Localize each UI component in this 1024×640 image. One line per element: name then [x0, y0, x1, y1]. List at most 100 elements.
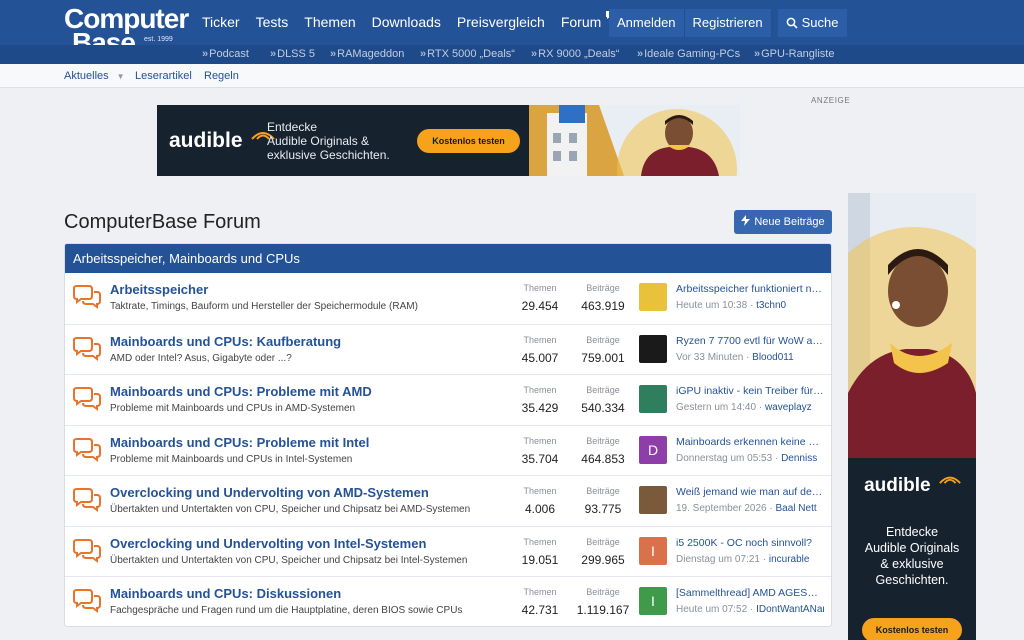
topic-label: Podcast	[209, 48, 249, 60]
forum-description: Probleme mit Mainboards und CPUs in Inte…	[110, 453, 353, 465]
search-icon	[786, 17, 798, 29]
ad-cta-button[interactable]: Kostenlos testen	[417, 129, 520, 153]
meta-separator: ·	[743, 351, 753, 363]
topic-label: RTX 5000 „Deals“	[427, 48, 515, 60]
latest-user-link[interactable]: t3chn0	[756, 300, 786, 311]
avatar[interactable]: I	[639, 587, 667, 615]
forum-name-link[interactable]: Mainboards und CPUs: Probleme mit AMD	[110, 384, 372, 400]
latest-meta: 19. September 2026 · Baal Nett	[676, 502, 824, 515]
forum-name-link[interactable]: Mainboards und CPUs: Probleme mit Intel	[110, 435, 369, 451]
topic-link-gpu-rangliste[interactable]: »GPU-Rangliste	[754, 47, 834, 62]
posts-count: 759.001	[581, 350, 625, 365]
forum-name-link[interactable]: Overclocking und Undervolting von Intel-…	[110, 536, 426, 552]
logo-est: est. 1999	[144, 36, 173, 43]
latest-user-link[interactable]: Denniss	[781, 453, 817, 464]
forum-row[interactable]: Mainboards und CPUs: Probleme mit Intel P…	[65, 424, 831, 476]
topic-link-ramageddon[interactable]: »RAMageddon	[330, 47, 404, 62]
nav-preisvergleich[interactable]: Preisvergleich	[457, 12, 545, 32]
latest-time: Donnerstag um 05:53	[676, 452, 773, 464]
avatar[interactable]	[639, 486, 667, 514]
latest-user-link[interactable]: waveplayz	[765, 402, 812, 413]
secnav-rules[interactable]: Regeln	[204, 69, 239, 83]
topic-link-dlss5[interactable]: »DLSS 5	[270, 47, 315, 62]
posts-label: Beiträge	[586, 486, 620, 496]
posts-stat: Beiträge 1.119.167	[568, 586, 638, 618]
meta-separator: ·	[747, 604, 757, 615]
avatar[interactable]: D	[639, 435, 667, 464]
forum-row[interactable]: Mainboards und CPUs: Kaufberatung AMD ode…	[65, 323, 831, 375]
threads-label: Themen	[523, 435, 557, 446]
latest-time: 19. September 2026	[676, 503, 767, 514]
latest-thread-link[interactable]: Mainboards erkennen keine CPU mehr	[676, 436, 824, 449]
secnav-readers[interactable]: Leserartikel	[135, 69, 192, 83]
forum-row[interactable]: Mainboards und CPUs: Probleme mit AMD Pro…	[65, 374, 831, 425]
latest-thread-link[interactable]: [Sammelthread] AMD AGESA BIOS Updates	[676, 587, 824, 600]
avatar[interactable]	[639, 385, 667, 413]
forum-description: Fachgespräche und Fragen rund um die Hau…	[110, 605, 463, 616]
latest-thread-link[interactable]: iGPU inaktiv - kein Treiber für Radeon	[676, 385, 824, 398]
posts-stat: Beiträge 759.001	[568, 334, 638, 366]
posts-stat: Beiträge 540.334	[568, 384, 638, 416]
register-button[interactable]: Registrieren	[684, 9, 772, 37]
forum-name-link[interactable]: Mainboards und CPUs: Diskussionen	[110, 586, 341, 602]
latest-meta: Vor 33 Minuten · Blood011	[676, 351, 824, 364]
forum-row[interactable]: Arbeitsspeicher Taktrate, Timings, Baufor…	[65, 273, 831, 324]
forum-category-block: Arbeitsspeicher, Mainboards und CPUs Arb…	[64, 243, 832, 627]
topic-label: RAMageddon	[337, 48, 405, 60]
new-posts-button[interactable]: Neue Beiträge	[734, 210, 832, 234]
topic-link-gaming-pcs[interactable]: »Ideale Gaming-PCs	[637, 47, 740, 62]
forum-name-link[interactable]: Overclocking und Undervolting von AMD-Sy…	[110, 485, 429, 501]
forum-row[interactable]: Mainboards und CPUs: Diskussionen Fachges…	[65, 576, 831, 626]
audible-wave-icon	[939, 476, 961, 484]
avatar[interactable]: I	[639, 536, 667, 565]
forum-bubbles-icon	[73, 589, 101, 613]
latest-thread-link[interactable]: Weiß jemand wie man auf den Ryzen	[676, 486, 824, 499]
nav-downloads[interactable]: Downloads	[372, 12, 441, 32]
forum-name-link[interactable]: Mainboards und CPUs: Kaufberatung	[110, 334, 341, 350]
avatar[interactable]	[639, 283, 667, 311]
forum-name-link[interactable]: Arbeitsspeicher	[110, 282, 208, 298]
topic-link-rtx5000[interactable]: »RTX 5000 „Deals“	[420, 47, 515, 62]
nav-tests[interactable]: Tests	[256, 12, 289, 32]
topic-label: DLSS 5	[277, 48, 316, 60]
latest-time: Dienstag um 07:21	[676, 553, 760, 565]
ad-brand-text: audible	[864, 475, 931, 496]
avatar[interactable]	[639, 334, 667, 363]
forum-bubbles-icon	[73, 387, 101, 411]
threads-stat: Themen 35.429	[505, 384, 575, 416]
latest-user-link[interactable]: incurable	[769, 554, 810, 565]
ad-copy-line: Geschichten.	[875, 573, 949, 587]
posts-label: Beiträge	[586, 334, 620, 345]
threads-label: Themen	[523, 486, 557, 496]
nav-forum-label: Forum	[560, 14, 602, 30]
latest-meta: Gestern um 14:40 · waveplayz	[676, 401, 824, 414]
latest-user-link[interactable]: Baal Nett	[776, 503, 817, 514]
ad-photo	[529, 105, 740, 176]
forum-bubbles-icon	[73, 437, 101, 462]
nav-themen[interactable]: Themen	[304, 12, 355, 32]
latest-user-link[interactable]: Blood011	[752, 352, 794, 363]
login-button[interactable]: Anmelden	[609, 9, 685, 37]
search-button[interactable]: Suche	[777, 9, 847, 37]
latest-user-link[interactable]: IDontWantAName	[756, 604, 824, 615]
latest-thread-link[interactable]: Ryzen 7 7700 evtl für WoW ausreichend?	[676, 335, 824, 348]
latest-meta: Heute um 10:38 · t3chn0	[676, 299, 824, 312]
threads-label: Themen	[523, 334, 557, 345]
topic-link-podcast[interactable]: »Podcast	[202, 47, 249, 62]
secnav-current[interactable]: Aktuelles ▼	[64, 69, 125, 84]
forum-row[interactable]: Overclocking und Undervolting von Intel-…	[65, 525, 831, 577]
posts-count: 540.334	[581, 401, 625, 415]
latest-thread-link[interactable]: i5 2500K - OC noch sinnvoll?	[676, 537, 824, 550]
nav-ticker[interactable]: Ticker	[202, 12, 240, 32]
category-header[interactable]: Arbeitsspeicher, Mainboards und CPUs	[65, 244, 831, 273]
sidebar-ad[interactable]: audible Entdecke Audible Originals & exk…	[848, 193, 976, 640]
latest-thread-link[interactable]: Arbeitsspeicher funktioniert nicht	[676, 283, 824, 296]
forum-bubbles-icon	[73, 538, 101, 563]
search-label: Suche	[801, 15, 839, 30]
topic-link-rx9000[interactable]: »RX 9000 „Deals“	[531, 47, 619, 62]
threads-count: 29.454	[521, 299, 559, 313]
threads-stat: Themen 45.007	[505, 334, 575, 366]
ad-cta-button[interactable]: Kostenlos testen	[862, 618, 962, 640]
forum-row[interactable]: Overclocking und Undervolting von AMD-Sy…	[65, 475, 831, 526]
top-banner-ad[interactable]: audible Entdecke Audible Originals & exk…	[157, 105, 740, 176]
